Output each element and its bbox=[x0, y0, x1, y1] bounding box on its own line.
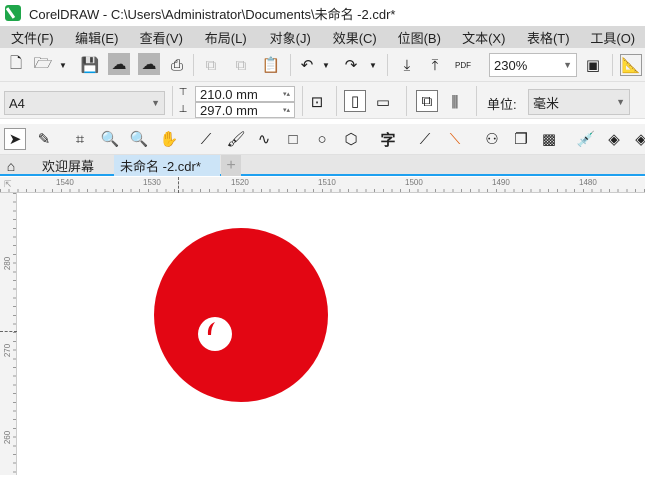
menu-view[interactable]: 查看(V) bbox=[129, 28, 194, 47]
menu-edit[interactable]: 编辑(E) bbox=[65, 28, 130, 47]
chevron-down-icon: ▼ bbox=[151, 98, 160, 108]
width-icon: ⊤ bbox=[176, 85, 190, 99]
page-size-select[interactable]: A4▼ bbox=[4, 91, 165, 115]
artwork bbox=[18, 194, 645, 475]
freehand-tool-icon[interactable]: ⟋ bbox=[195, 128, 217, 150]
paste-icon[interactable]: 📋 bbox=[260, 54, 282, 76]
pen-tool-icon[interactable]: ∿ bbox=[253, 128, 275, 150]
chevron-down-icon: ▼ bbox=[616, 97, 625, 107]
tab-welcome-screen[interactable]: 欢迎屏幕 bbox=[22, 155, 114, 176]
shape-tool-icon[interactable]: ✎ bbox=[33, 128, 55, 150]
vertical-ruler[interactable]: 280 270 260 bbox=[0, 193, 17, 475]
transparency-tool-icon[interactable]: ▩ bbox=[538, 128, 560, 150]
undo-dropdown-icon[interactable]: ▼ bbox=[315, 54, 337, 76]
copy-icon[interactable]: ⧉ bbox=[230, 54, 252, 76]
standard-toolbar: 🗋 🗁 ▼ 💾 ☁ ☁ ⎙ ⧉ ⧉ 📋 ↶ ▼ ↷ ▼ ⤓ ⤒ PDF 230%… bbox=[0, 48, 645, 82]
current-page-icon[interactable]: ⫼ bbox=[444, 91, 466, 113]
import-icon[interactable]: ⤓ bbox=[396, 54, 418, 76]
ellipse-tool-icon[interactable]: ○ bbox=[311, 128, 333, 150]
blend-tool-icon[interactable]: ⚇ bbox=[481, 128, 503, 150]
polygon-tool-icon[interactable]: ⬡ bbox=[340, 128, 362, 150]
menu-object[interactable]: 对象(J) bbox=[258, 28, 323, 47]
smart-fill-tool-icon[interactable]: ◈ bbox=[630, 128, 645, 150]
property-bar: A4▼ ⊤ 210.0 mm▾▴ ⊥ 297.0 mm▾▴ ⊡ ▯ ▭ ⧉ ⫼ … bbox=[0, 82, 645, 119]
text-tool-icon[interactable]: 字 bbox=[377, 128, 399, 150]
zoom-level-field[interactable]: 230%▼ bbox=[489, 53, 577, 77]
redo-dropdown-icon[interactable]: ▼ bbox=[362, 54, 384, 76]
document-tabs: ⌂ 欢迎屏幕 未命名 -2.cdr* + bbox=[0, 155, 645, 176]
tab-document[interactable]: 未命名 -2.cdr* bbox=[114, 155, 220, 176]
artistic-media-tool-icon[interactable]: 🖌 bbox=[225, 128, 247, 150]
pick-tool-icon[interactable]: ➤ bbox=[4, 128, 26, 150]
height-icon: ⊥ bbox=[176, 102, 190, 116]
toolbox: ➤ ✎ ⌗ 🔍 🔍 ✋ ⟋ 🖌 ∿ □ ○ ⬡ 字 ⟋ ⟍ ⚇ ❐ ▩ 💉 ◈ … bbox=[0, 124, 645, 155]
menu-file[interactable]: 文件(F) bbox=[0, 28, 65, 47]
page-width-field[interactable]: 210.0 mm▾▴ bbox=[195, 86, 295, 102]
export-pdf-icon[interactable]: PDF bbox=[452, 54, 474, 76]
page-origin-icon[interactable]: ⊡ bbox=[306, 91, 328, 113]
coreldraw-logo-icon bbox=[5, 5, 21, 21]
red-circle[interactable] bbox=[154, 228, 328, 402]
save-icon[interactable]: 💾 bbox=[79, 54, 101, 76]
unit-label: 单位: bbox=[487, 94, 517, 113]
redo-icon[interactable]: ↷ bbox=[340, 54, 362, 76]
export-icon[interactable]: ⤒ bbox=[424, 54, 446, 76]
print-icon[interactable]: ⎙ bbox=[166, 54, 188, 76]
cloud-download-icon[interactable]: ☁ bbox=[108, 53, 130, 75]
all-pages-icon[interactable]: ⧉ bbox=[416, 90, 438, 112]
crop-tool-icon[interactable]: ⌗ bbox=[69, 128, 91, 150]
drop-shadow-tool-icon[interactable]: ❐ bbox=[510, 128, 532, 150]
horizontal-ruler[interactable]: ⇱ 1540 1530 1520 1510 1500 1490 1480 bbox=[0, 177, 645, 193]
add-tab-icon[interactable]: + bbox=[221, 155, 241, 176]
menu-layout[interactable]: 布局(L) bbox=[194, 28, 259, 47]
drawing-canvas[interactable] bbox=[18, 194, 645, 475]
open-dropdown-icon[interactable]: ▼ bbox=[52, 54, 74, 76]
height-spinner[interactable]: ▾▴ bbox=[283, 106, 290, 114]
zoom-dropdown-icon[interactable]: ▼ bbox=[563, 60, 572, 70]
cloud-upload-icon[interactable]: ☁ bbox=[138, 53, 160, 75]
title-bar: CorelDRAW - C:\Users\Administrator\Docum… bbox=[0, 0, 645, 26]
menu-bitmap[interactable]: 位图(B) bbox=[387, 28, 452, 47]
window-title: CorelDRAW - C:\Users\Administrator\Docum… bbox=[29, 4, 395, 23]
cut-icon[interactable]: ⧉ bbox=[200, 54, 222, 76]
menu-effects[interactable]: 效果(C) bbox=[323, 28, 388, 47]
open-folder-icon[interactable]: 🗁 bbox=[32, 54, 54, 76]
menu-text[interactable]: 文本(X) bbox=[452, 28, 517, 47]
pan-tool-icon[interactable]: ✋ bbox=[158, 128, 180, 150]
dimension-tool-icon[interactable]: ⟋ bbox=[414, 128, 436, 150]
zoom-tool-icon[interactable]: 🔍 bbox=[99, 128, 121, 150]
menu-tools[interactable]: 工具(O) bbox=[581, 28, 645, 47]
unit-select[interactable]: 毫米▼ bbox=[528, 89, 630, 115]
menu-bar: 文件(F) 编辑(E) 查看(V) 布局(L) 对象(J) 效果(C) 位图(B… bbox=[0, 26, 645, 48]
options-icon[interactable]: 📐 bbox=[620, 54, 642, 76]
menu-table[interactable]: 表格(T) bbox=[516, 28, 581, 47]
rectangle-tool-icon[interactable]: □ bbox=[282, 128, 304, 150]
portrait-icon[interactable]: ▯ bbox=[344, 90, 366, 112]
new-document-icon[interactable]: 🗋 bbox=[5, 54, 27, 76]
eyedropper-tool-icon[interactable]: 💉 bbox=[575, 128, 597, 150]
landscape-icon[interactable]: ▭ bbox=[372, 91, 394, 113]
connector-tool-icon[interactable]: ⟍ bbox=[444, 128, 466, 150]
full-screen-icon[interactable]: ▣ bbox=[582, 54, 604, 76]
interactive-fill-tool-icon[interactable]: ◈ bbox=[603, 128, 625, 150]
white-circle[interactable] bbox=[198, 317, 232, 351]
page-height-field[interactable]: 297.0 mm▾▴ bbox=[195, 102, 295, 118]
home-icon[interactable]: ⌂ bbox=[0, 155, 22, 176]
zoom-out-tool-icon[interactable]: 🔍 bbox=[128, 128, 150, 150]
width-spinner[interactable]: ▾▴ bbox=[283, 90, 290, 98]
